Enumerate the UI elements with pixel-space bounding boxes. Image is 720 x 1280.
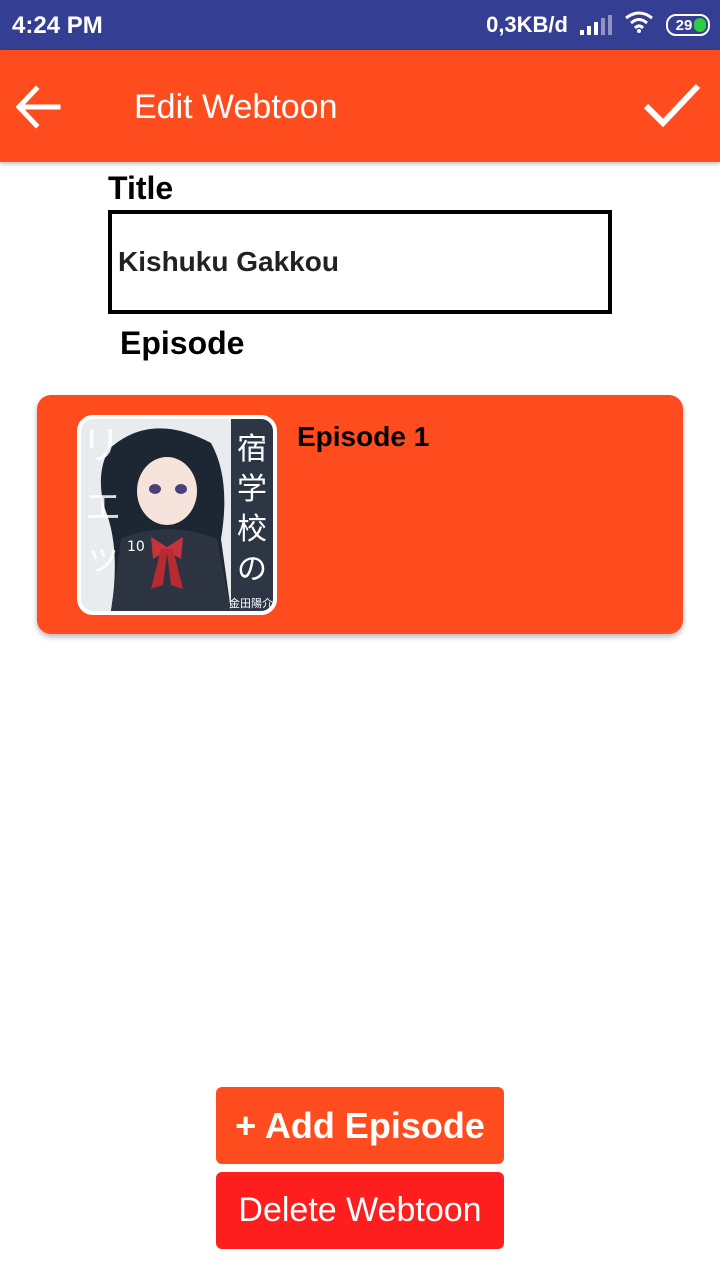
signal-icon [580,15,612,35]
svg-text:リ: リ [81,423,121,469]
manga-cover-thumbnail: 宿 学 校 の リ エ ッ 10 金田陽介 [77,415,277,615]
svg-text:金田陽介: 金田陽介 [229,596,273,610]
status-time: 4:24 PM [12,12,103,39]
battery-level: 29 [675,16,693,34]
title-label: Title [108,170,174,206]
battery-fill [694,18,706,32]
network-speed: 0,3KB/d [486,12,568,37]
svg-text:10: 10 [127,539,145,555]
status-indicators: 0,3KB/d 29 [486,10,710,40]
checkmark-icon[interactable] [642,80,702,130]
episode-title: Episode 1 [297,421,430,452]
add-episode-button[interactable]: + Add Episode [216,1087,504,1164]
delete-webtoon-button[interactable]: Delete Webtoon [216,1172,504,1249]
battery-icon: 29 [666,14,710,36]
svg-text:エ: エ [85,487,121,528]
svg-text:ッ: ッ [85,537,121,578]
app-title: Edit Webtoon [134,88,338,126]
svg-text:の: の [237,552,267,587]
title-input[interactable] [108,210,612,314]
wifi-icon [624,10,654,40]
status-bar: 4:24 PM 0,3KB/d 29 [0,0,720,50]
arrow-left-icon[interactable] [14,84,62,130]
svg-text:校: 校 [237,512,267,547]
episode-list-item[interactable]: 宿 学 校 の リ エ ッ 10 金田陽介 Episode 1 [37,395,683,634]
svg-text:宿: 宿 [237,432,267,467]
app-bar: Edit Webtoon [0,50,720,162]
episode-label: Episode [120,325,245,361]
svg-text:学: 学 [237,472,267,507]
